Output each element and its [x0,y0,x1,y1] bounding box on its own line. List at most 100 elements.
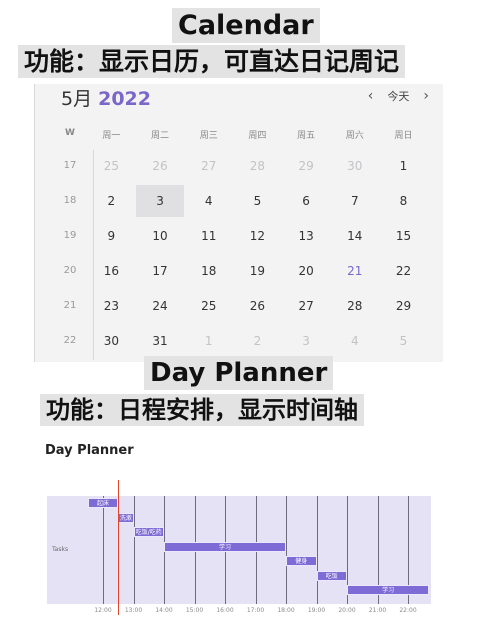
calendar-day[interactable]: 29 [282,150,331,182]
timeline-gridline [103,496,104,604]
calendar-day[interactable]: 19 [233,255,282,287]
calendar-weekday-header: W 周一 周二 周三 周四 周五 周六 周日 [53,128,428,141]
day-planner-title: Day Planner [45,443,134,458]
calendar-week-row: 19 9 10 11 12 13 14 15 [53,220,428,252]
month-text: 5月 [61,88,93,110]
weekday-header: 周五 [297,131,316,141]
task-bar[interactable]: 吃饭 [316,570,347,581]
calendar-widget: 5月 2022 ‹ 今天 › W 周一 周二 周三 周四 周五 周六 周日 17 25 26 27 28… [34,84,443,362]
calendar-day[interactable]: 28 [233,150,282,182]
calendar-day[interactable]: 24 [136,290,185,322]
task-bar[interactable]: 洗漱 [118,512,134,523]
calendar-day[interactable]: 25 [184,290,233,322]
calendar-month-label: 5月 2022 [61,84,151,111]
caption-title-2: Day Planner [144,356,334,390]
calendar-day[interactable]: 28 [330,290,379,322]
weekday-header: 周一 [102,131,121,141]
calendar-day[interactable]: 18 [184,255,233,287]
calendar-day[interactable]: 27 [184,150,233,182]
week-number[interactable]: 20 [53,255,87,287]
caption-subtitle-2: 功能：日程安排，显示时间轴 [40,394,364,426]
calendar-day[interactable]: 15 [379,220,428,252]
timeline-gridline [316,496,318,604]
calendar-week-row: 21 23 24 25 26 27 28 29 [53,290,428,322]
timeline-tick-label: 18:00 [277,607,295,614]
timeline-tick-label: 16:00 [216,607,234,614]
weekday-header: 周二 [151,131,170,141]
timeline-tick-label: 22:00 [399,607,417,614]
calendar-day[interactable]: 26 [136,150,185,182]
day-planner-timeline: 起床 洗漱 吃饭/吃药 学习 健身 吃饭 学习 [47,496,431,604]
calendar-day[interactable]: 1 [379,150,428,182]
week-number[interactable]: 22 [53,325,87,357]
calendar-day[interactable]: 9 [87,220,136,252]
calendar-day[interactable]: 11 [184,220,233,252]
calendar-day[interactable]: 14 [330,220,379,252]
calendar-day[interactable]: 12 [233,220,282,252]
calendar-day[interactable]: 21 [330,255,379,287]
weekday-header: 周三 [199,131,218,141]
calendar-week-row: 20 16 17 18 19 20 21 22 [53,255,428,287]
weekday-header: 周六 [345,131,364,141]
chevron-left-icon[interactable]: ‹ [368,88,374,104]
year-text: 2022 [98,88,151,110]
timeline-tick-label: 12:00 [94,607,112,614]
calendar-day[interactable]: 22 [379,255,428,287]
calendar-nav: ‹ 今天 › [368,88,429,104]
week-number[interactable]: 21 [53,290,87,322]
calendar-day[interactable]: 16 [87,255,136,287]
calendar-day[interactable]: 5 [379,325,428,357]
calendar-day[interactable]: 5 [233,185,282,217]
calendar-day[interactable]: 6 [282,185,331,217]
calendar-day[interactable]: 2 [87,185,136,217]
calendar-day[interactable]: 23 [87,290,136,322]
timeline-gridline [133,496,135,604]
calendar-day[interactable]: 20 [282,255,331,287]
timeline-y-label: Tasks [52,546,69,553]
caption-subtitle: 功能：显示日历，可直达日记周记 [18,45,406,78]
week-number[interactable]: 17 [53,150,87,182]
calendar-day[interactable]: 31 [136,325,185,357]
week-number-header: W [65,128,75,138]
timeline-tick-label: 17:00 [246,607,265,614]
calendar-day[interactable]: 29 [379,290,428,322]
calendar-day[interactable]: 30 [87,325,136,357]
calendar-day[interactable]: 2 [233,325,282,357]
week-number[interactable]: 18 [53,185,87,217]
calendar-day[interactable]: 8 [379,185,428,217]
timeline-tick-label: 15:00 [185,607,204,614]
calendar-day[interactable]: 25 [87,150,136,182]
task-bar[interactable]: 吃饭/吃药 [133,527,164,537]
task-bar[interactable]: 起床 [87,498,119,508]
timeline-tick-label: 19:00 [307,607,326,614]
task-bar[interactable]: 健身 [286,556,317,566]
timeline-tick-label: 21:00 [368,607,387,614]
calendar-day[interactable]: 13 [282,220,331,252]
weekday-header: 周四 [248,131,267,141]
today-button[interactable]: 今天 [387,88,409,104]
calendar-day[interactable]: 30 [330,150,379,182]
calendar-day[interactable]: 1 [184,325,233,357]
calendar-day[interactable]: 7 [330,185,379,217]
weekday-header: 周日 [394,131,413,141]
task-bar[interactable]: 学习 [347,585,430,595]
calendar-week-row: 22 30 31 1 2 3 4 5 [53,325,428,357]
calendar-week-row: 17 25 26 27 28 29 30 1 [53,150,428,182]
calendar-day[interactable]: 17 [136,255,185,287]
task-bar[interactable]: 学习 [164,541,286,552]
timeline-tick-label: 13:00 [124,607,143,614]
timeline-tick-label: 14:00 [155,607,173,614]
chevron-right-icon[interactable]: › [423,88,429,104]
calendar-day[interactable]: 27 [282,290,331,322]
timeline-gridline [286,496,287,604]
calendar-day[interactable]: 4 [184,185,233,217]
calendar-day[interactable]: 26 [233,290,282,322]
timeline-tick-label: 20:00 [338,607,356,614]
week-number[interactable]: 19 [53,220,87,252]
caption-title: Calendar [172,8,320,43]
calendar-day[interactable]: 3 [135,185,185,217]
calendar-day[interactable]: 10 [136,220,185,252]
calendar-day[interactable]: 3 [282,325,331,357]
calendar-week-row: 18 2 3 4 5 6 7 8 [53,185,428,217]
calendar-day[interactable]: 4 [330,325,379,357]
